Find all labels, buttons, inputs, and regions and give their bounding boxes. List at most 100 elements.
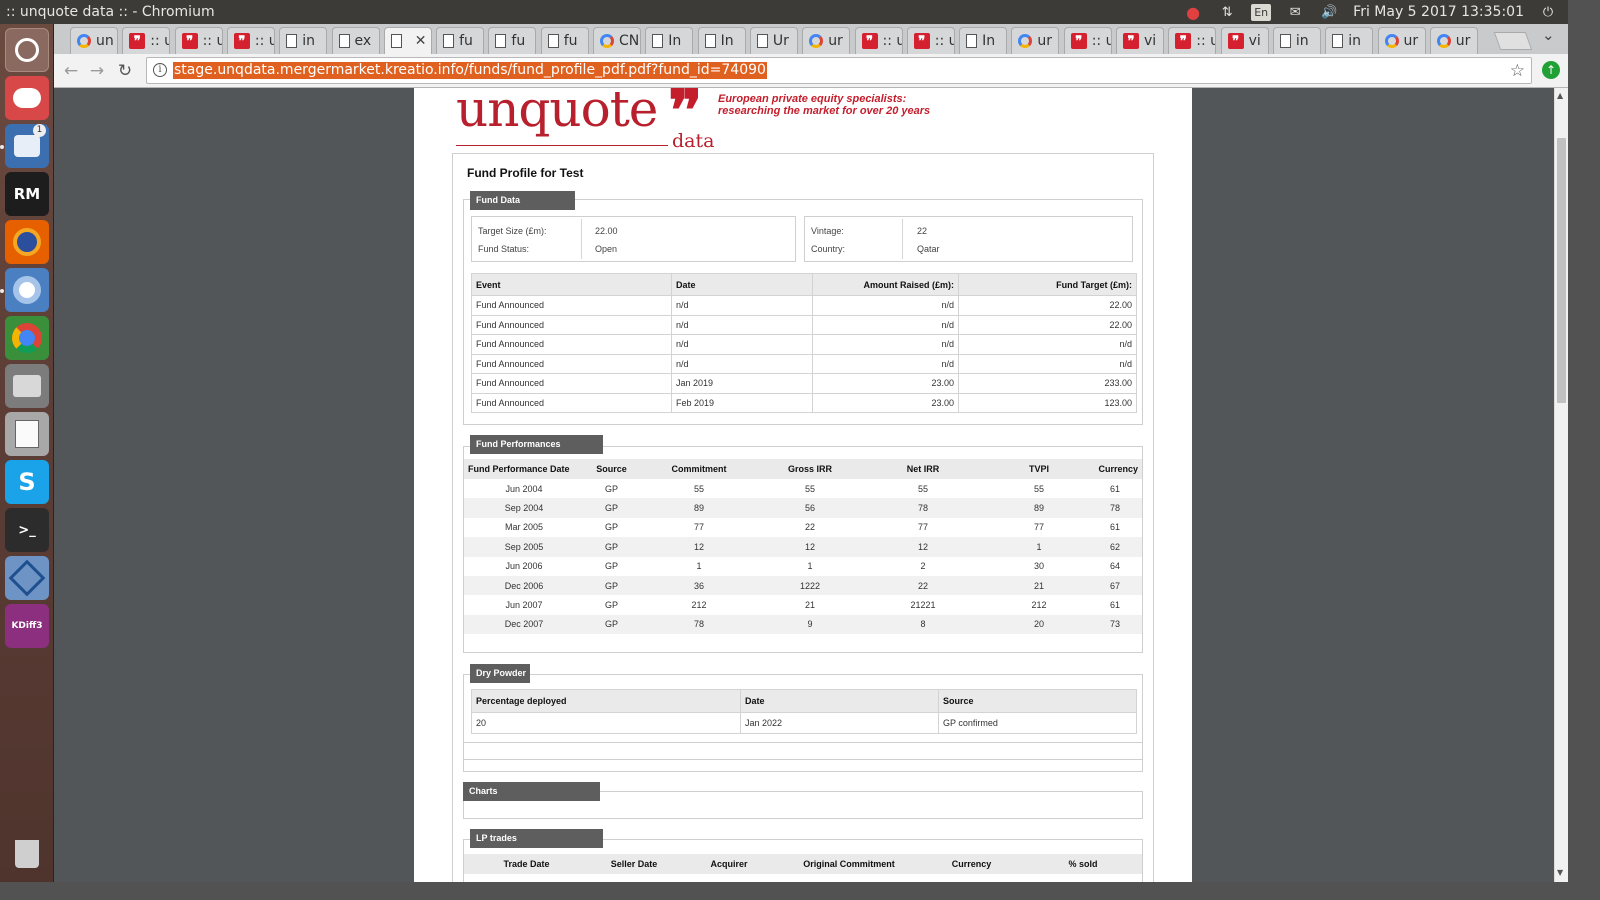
chromium-favicon-icon	[809, 34, 824, 48]
commitment-cell: 77	[693, 522, 704, 533]
table-row: Fund Announced n/d n/d 22.00	[471, 314, 1137, 335]
forward-button[interactable]: →	[86, 60, 108, 82]
document-favicon-icon	[1332, 34, 1344, 48]
browser-tab[interactable]: Ur	[749, 27, 798, 54]
skype-icon[interactable]: S	[5, 460, 49, 504]
chromium-icon[interactable]	[5, 268, 49, 312]
scroll-down-arrow-icon[interactable]: ▼	[1557, 868, 1563, 877]
percentage-cell: 20	[471, 712, 741, 734]
date-cell: n/d	[671, 295, 813, 316]
tab-label: :: u	[934, 33, 954, 49]
logo-underline	[456, 145, 668, 146]
page-scrollbar[interactable]: ▲ ▼	[1554, 88, 1568, 882]
new-tab-button[interactable]	[1493, 32, 1533, 50]
volume-icon[interactable]: 🔊	[1319, 3, 1339, 21]
messaging-indicator-icon[interactable]: ●	[1183, 3, 1203, 22]
net-irr-cell: 77	[917, 522, 928, 533]
browser-tab[interactable]: In	[697, 27, 746, 54]
amount-cell: n/d	[812, 353, 959, 374]
pidgin-icon[interactable]	[5, 76, 49, 120]
site-info-icon[interactable]: i	[153, 63, 167, 77]
tab-label: in	[302, 33, 315, 49]
col-seller-date: Seller Date	[589, 854, 679, 874]
unquote-favicon-icon: ❞	[1123, 33, 1139, 49]
clock[interactable]: Fri May 5 2017 13:35:01	[1353, 4, 1524, 20]
browser-tab[interactable]: CN	[593, 27, 641, 54]
window-controls[interactable]: ⌄	[1542, 26, 1555, 44]
net-irr-cell: 8	[861, 614, 985, 635]
browser-tab[interactable]: ur	[802, 27, 851, 54]
browser-tab[interactable]: in	[279, 27, 328, 54]
keyboard-layout-indicator[interactable]: En	[1251, 3, 1272, 21]
scroll-up-arrow-icon[interactable]: ▲	[1557, 91, 1563, 100]
browser-tab[interactable]: fu	[488, 27, 537, 54]
dry-powder-spacer	[463, 742, 1143, 760]
url-text[interactable]: stage.unqdata.mergermarket.kreatio.info/…	[173, 62, 767, 79]
browser-tab[interactable]: fu	[540, 27, 589, 54]
browser-tab[interactable]: ❞:: u	[1063, 27, 1112, 54]
files-icon[interactable]	[5, 364, 49, 408]
target-cell: n/d	[958, 334, 1137, 355]
chromium-favicon-icon	[1384, 34, 1399, 48]
browser-tab[interactable]: ❞:: u	[906, 27, 955, 54]
logo-data: data	[672, 130, 715, 152]
bookmark-star-icon[interactable]: ☆	[1510, 61, 1525, 81]
ubuntu-dash-icon[interactable]	[5, 28, 49, 72]
browser-tab[interactable]: In	[645, 27, 694, 54]
source-cell: GP	[584, 614, 639, 635]
power-icon[interactable]: ⏻	[1538, 3, 1558, 21]
browser-tab[interactable]: ❞ vi	[1116, 27, 1164, 54]
reload-button[interactable]: ↻	[114, 60, 136, 82]
fund-data-heading: Fund Data	[470, 191, 575, 210]
address-bar[interactable]: i stage.unqdata.mergermarket.kreatio.inf…	[146, 57, 1532, 84]
trash-icon[interactable]	[5, 832, 49, 876]
browser-tab[interactable]: ur	[1011, 27, 1060, 54]
browser-tab[interactable]: ❞ vi	[1220, 27, 1269, 54]
table-row: Dec 2007 GP 78 9 8 20 73	[464, 614, 1142, 635]
browser-tab[interactable]: In	[959, 27, 1008, 54]
firefox-icon[interactable]	[5, 220, 49, 264]
browser-tab[interactable]: fu	[436, 27, 485, 54]
tab-label: vi	[1248, 33, 1261, 49]
extension-icon[interactable]: ↑	[1542, 61, 1560, 79]
pdf-viewport[interactable]: unquote ❞ data European private equity s…	[54, 88, 1554, 882]
browser-tab[interactable]: ✕	[383, 27, 432, 54]
back-button[interactable]: ←	[60, 60, 82, 82]
table-row: Fund Announced n/d n/d n/d	[471, 334, 1137, 355]
network-indicator-icon[interactable]: ⇅	[1217, 3, 1237, 21]
browser-tab[interactable]: ❞:: u	[226, 27, 275, 54]
table-row: Sep 2005 GP 12 12 12 1 62	[464, 537, 1142, 557]
browser-tab[interactable]: ❞:: u	[122, 27, 171, 54]
chromium-favicon-icon	[600, 34, 614, 48]
browser-tab[interactable]: ex	[331, 27, 380, 54]
event-cell: Fund Announced	[471, 373, 672, 394]
performance-date-cell: Dec 2007	[464, 614, 584, 635]
event-cell: Fund Announced	[471, 334, 672, 355]
scrollbar-thumb[interactable]	[1557, 138, 1566, 403]
browser-tab[interactable]: ❞:: u	[1168, 27, 1217, 54]
currency-cell: 67	[1093, 575, 1142, 596]
rubymine-icon[interactable]: RM	[5, 172, 49, 216]
text-editor-icon[interactable]	[5, 412, 49, 456]
virtualbox-icon[interactable]	[5, 556, 49, 600]
tab-close-icon[interactable]: ✕	[415, 33, 427, 49]
browser-tab[interactable]: un	[70, 27, 118, 54]
performance-date-cell: Sep 2004	[464, 498, 584, 518]
chrome-icon[interactable]	[5, 316, 49, 360]
browser-tab[interactable]: ur	[1377, 27, 1426, 54]
browser-tab[interactable]: ur	[1429, 27, 1478, 54]
gross-irr-cell: 21	[804, 600, 815, 611]
mail-indicator-icon[interactable]: ✉	[1285, 3, 1305, 21]
fund-events-table: Event Date Amount Raised (£m): Fund Targ…	[471, 273, 1137, 413]
browser-tab[interactable]: ❞:: u	[854, 27, 903, 54]
col-source: Source	[584, 459, 639, 479]
browser-tab[interactable]: in	[1325, 27, 1374, 54]
browser-tab[interactable]: in	[1272, 27, 1321, 54]
terminal-icon[interactable]: >_	[5, 508, 49, 552]
col-date: Date	[740, 689, 939, 713]
currency-cell: 61	[1109, 600, 1120, 611]
logo-word: unquote	[456, 88, 658, 138]
browser-tab[interactable]: ❞:: u	[174, 27, 223, 54]
kdiff3-icon[interactable]: KDiff3	[5, 604, 49, 648]
col-original-commitment: Original Commitment	[779, 854, 919, 874]
